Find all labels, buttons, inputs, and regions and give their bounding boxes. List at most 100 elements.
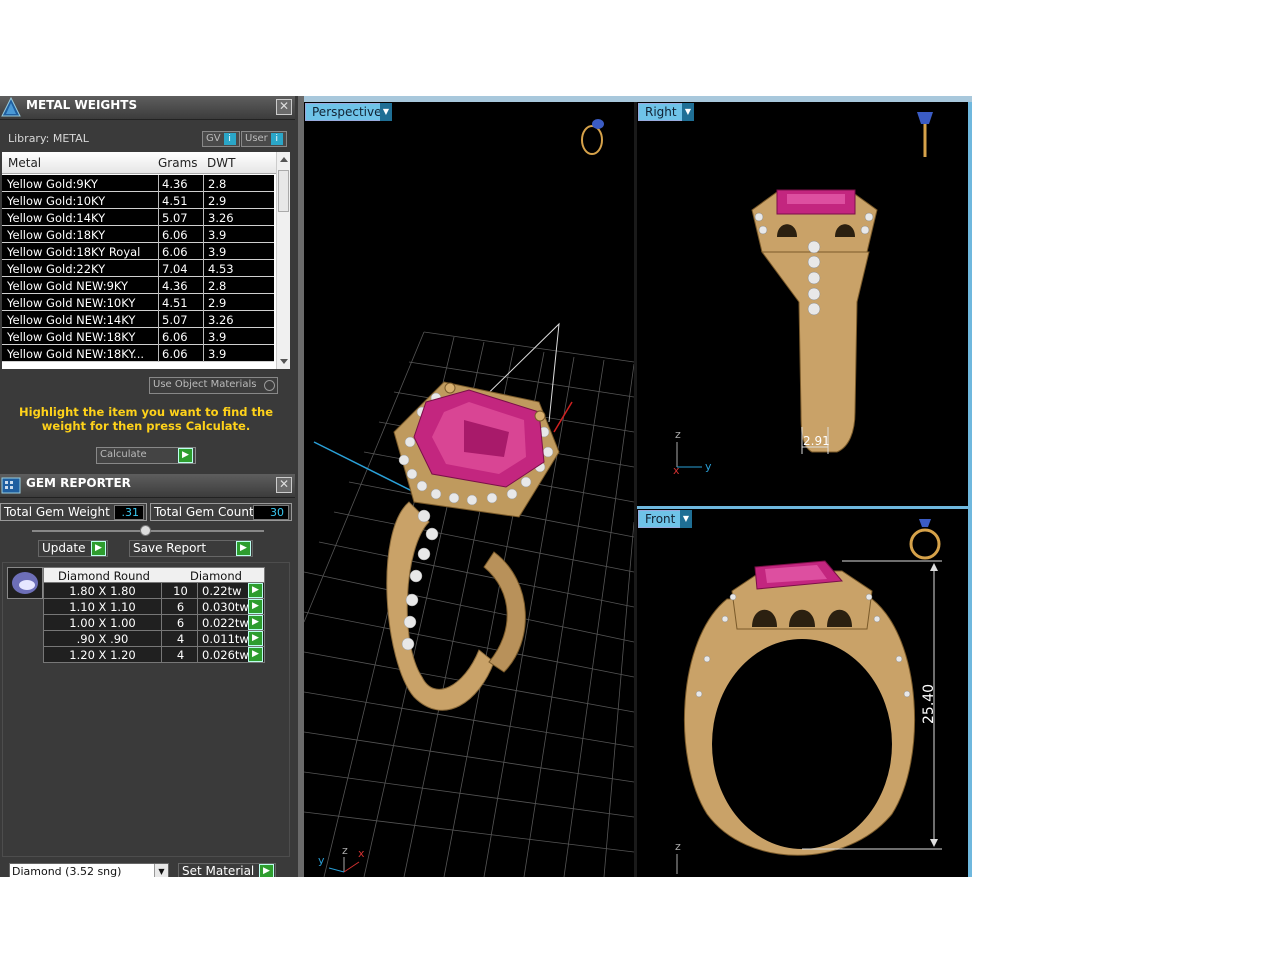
set-material-button[interactable]: Set Material ▶ [178, 863, 276, 877]
play-icon: ▶ [91, 541, 106, 556]
gem-count-cell: 4 [164, 647, 198, 662]
total-gem-count-label: Total Gem Count [154, 505, 254, 519]
dwt-cell: 2.9 [203, 192, 263, 209]
metal-weights-title: METAL WEIGHTS [26, 98, 138, 112]
gem-row[interactable]: 1.20 X 1.20 4 0.026tw ▶ [43, 647, 265, 663]
right-view-cube[interactable] [917, 112, 933, 157]
gem-row[interactable]: 1.80 X 1.80 10 0.22tw ▶ [43, 583, 265, 599]
column-header-diamond-round[interactable]: Diamond Round [58, 569, 150, 583]
axis-z-label: z [342, 844, 348, 857]
gem-slider[interactable] [32, 525, 264, 536]
metal-name-cell: Yellow Gold:18KY [7, 228, 106, 242]
column-header-metal[interactable]: Metal [8, 156, 41, 170]
metal-table-scrollbar[interactable] [276, 152, 290, 369]
grams-cell: 4.51 [158, 294, 200, 311]
table-row[interactable]: Yellow Gold:18KY 6.06 3.9 [2, 226, 274, 243]
chevron-down-icon[interactable]: ▼ [154, 864, 168, 877]
metal-name-cell: Yellow Gold:18KY Royal [7, 245, 141, 259]
metal-name-cell: Yellow Gold NEW:18KY... [7, 347, 145, 361]
chevron-down-icon[interactable]: ▼ [680, 510, 692, 528]
metal-weights-table: Metal Grams DWT Yellow Gold:9KY 4.36 2.8 Ye… [2, 152, 290, 369]
front-view-tab[interactable]: Front [638, 510, 683, 528]
chevron-down-icon[interactable]: ▼ [380, 103, 392, 121]
viewport-right-border [968, 102, 972, 877]
column-header-dwt[interactable]: DWT [207, 156, 235, 170]
update-button[interactable]: Update ▶ [38, 540, 108, 557]
front-label: Front [645, 512, 676, 526]
slider-knob[interactable] [140, 525, 151, 536]
material-select[interactable]: Diamond (3.52 sng) ▼ [9, 863, 169, 877]
table-row[interactable]: Yellow Gold NEW:9KY 4.36 2.8 [2, 277, 274, 294]
perspective-viewport[interactable]: z x y Perspective ▼ [304, 102, 634, 877]
grams-cell: 4.36 [158, 277, 200, 294]
width-dimension: 2.91 [803, 434, 830, 448]
dwt-cell: 2.8 [203, 175, 263, 192]
library-label: Library: METAL [8, 132, 89, 145]
scroll-thumb[interactable] [278, 170, 289, 212]
dwt-cell: 3.9 [203, 328, 263, 345]
metal-weights-close-button[interactable]: ✕ [276, 99, 292, 115]
front-viewport[interactable]: 25.40 z Front ▼ [637, 509, 968, 877]
column-header-diamond[interactable]: Diamond [190, 569, 242, 583]
play-icon[interactable]: ▶ [248, 599, 263, 614]
table-row[interactable]: Yellow Gold:14KY 5.07 3.26 [2, 209, 274, 226]
table-row[interactable]: Yellow Gold NEW:18KY 6.06 3.9 [2, 328, 274, 345]
jewelry-cad-window: METAL WEIGHTS ✕ Library: METAL GV i User i… [0, 96, 972, 877]
table-row[interactable]: Yellow Gold:9KY 4.36 2.8 [2, 175, 274, 192]
gv-toggle[interactable]: GV i [202, 131, 240, 147]
table-row[interactable]: Yellow Gold NEW:18KY... 6.06 3.9 [2, 345, 274, 362]
gem-size-cell: 1.80 X 1.80 [44, 583, 162, 598]
calculate-button[interactable]: Calculate ▶ [96, 447, 196, 464]
gem-table: Diamond Round Diamond 1.80 X 1.80 10 0.22t… [43, 567, 265, 663]
gem-size-cell: 1.20 X 1.20 [44, 647, 162, 662]
x-axis-line [553, 401, 573, 433]
user-toggle[interactable]: User i [241, 131, 287, 147]
table-row[interactable]: Yellow Gold:22KY 7.04 4.53 [2, 260, 274, 277]
right-axis-triad: z y x [673, 428, 712, 477]
use-object-materials-option[interactable]: Use Object Materials [149, 377, 278, 394]
metal-name-cell: Yellow Gold:9KY [7, 177, 98, 191]
play-icon[interactable]: ▶ [248, 647, 263, 662]
gem-reporter-close-button[interactable]: ✕ [276, 477, 292, 493]
gem-count-cell: 4 [164, 631, 198, 646]
perspective-view-cube[interactable] [581, 119, 604, 155]
play-icon[interactable]: ▶ [248, 631, 263, 646]
gem-list-area: Diamond Round Diamond 1.80 X 1.80 10 0.22t… [2, 562, 290, 857]
gv-label: GV [206, 133, 221, 144]
metal-name-cell: Yellow Gold NEW:18KY [7, 330, 136, 344]
play-icon: ▶ [236, 541, 251, 556]
gem-row[interactable]: .90 X .90 4 0.011tw ▶ [43, 631, 265, 647]
axis-y-label: y [705, 460, 712, 473]
metal-table-body: Yellow Gold:9KY 4.36 2.8 Yellow Gold:10KY 4.… [2, 175, 274, 362]
right-viewport[interactable]: 2.91 z y x Right ▼ [637, 102, 968, 506]
perspective-label: Perspective [312, 105, 382, 119]
info-icon: i [270, 133, 283, 145]
table-row[interactable]: Yellow Gold:18KY Royal 6.06 3.9 [2, 243, 274, 260]
play-icon: ▶ [178, 448, 193, 463]
dwt-cell: 2.8 [203, 277, 263, 294]
gem-row[interactable]: 1.10 X 1.10 6 0.030tw ▶ [43, 599, 265, 615]
left-panel: METAL WEIGHTS ✕ Library: METAL GV i User i… [0, 96, 298, 877]
save-report-button[interactable]: Save Report ▶ [129, 540, 253, 557]
ring-front-model [683, 560, 916, 856]
front-view-cube[interactable] [909, 519, 941, 560]
chevron-down-icon[interactable]: ▼ [682, 103, 694, 121]
table-row[interactable]: Yellow Gold:10KY 4.51 2.9 [2, 192, 274, 209]
play-icon[interactable]: ▶ [248, 615, 263, 630]
scroll-up-icon[interactable] [277, 152, 290, 166]
gem-row[interactable]: 1.00 X 1.00 6 0.022tw ▶ [43, 615, 265, 631]
material-select-value: Diamond (3.52 sng) [12, 865, 122, 877]
grams-cell: 4.51 [158, 192, 200, 209]
right-view-tab[interactable]: Right [638, 103, 684, 121]
play-icon[interactable]: ▶ [248, 583, 263, 598]
table-row[interactable]: Yellow Gold NEW:10KY 4.51 2.9 [2, 294, 274, 311]
ring-side-model [751, 189, 878, 453]
column-header-grams[interactable]: Grams [158, 156, 198, 170]
gem-weight-cell: 0.026tw [202, 648, 249, 662]
perspective-view-tab[interactable]: Perspective [305, 103, 389, 121]
gem-weight-cell: 0.030tw [202, 600, 249, 614]
grams-cell: 7.04 [158, 260, 200, 277]
metal-name-cell: Yellow Gold NEW:10KY [7, 296, 136, 310]
scroll-down-icon[interactable] [277, 355, 290, 369]
table-row[interactable]: Yellow Gold NEW:14KY 5.07 3.26 [2, 311, 274, 328]
